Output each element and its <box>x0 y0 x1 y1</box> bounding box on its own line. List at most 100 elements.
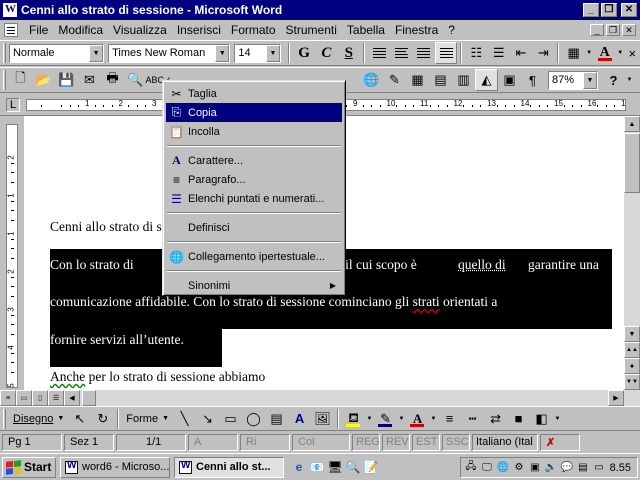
scroll-left-button[interactable]: ◀ <box>64 390 80 406</box>
align-center-button[interactable] <box>390 42 412 64</box>
arrow-button[interactable]: ↘ <box>196 408 219 430</box>
columns-button[interactable]: ▥ <box>452 69 475 91</box>
select-objects-button[interactable]: ↖ <box>68 408 91 430</box>
toolbar-grip[interactable] <box>3 408 6 429</box>
menu-item-paragrafo[interactable]: ≡ Paragrafo... <box>166 170 342 189</box>
document-map-button[interactable]: ▣ <box>498 69 521 91</box>
word-app-icon[interactable] <box>2 2 18 18</box>
desktop-icon[interactable]: 🖥 <box>326 458 344 476</box>
toolbar-grip[interactable] <box>3 70 6 90</box>
chevron-down-icon[interactable]: ▼ <box>215 44 230 62</box>
justify-button[interactable] <box>434 42 458 64</box>
email-button[interactable]: ✉ <box>78 69 101 91</box>
line-color-button[interactable]: ✎ <box>374 408 397 430</box>
save-button[interactable]: 💾 <box>55 69 78 91</box>
hyperlink-button[interactable]: 🌐 <box>360 69 383 91</box>
show-hide-button[interactable]: ¶ <box>521 69 544 91</box>
vertical-ruler[interactable]: 2 1 1 2 3 4 5 <box>0 116 24 390</box>
align-left-button[interactable] <box>368 42 390 64</box>
notes-icon[interactable]: 📝 <box>362 458 380 476</box>
zoom-dropdown[interactable]: 87% ▼ <box>548 70 598 90</box>
tray-scanner-icon[interactable]: ▣ <box>528 461 542 475</box>
horizontal-scrollbar[interactable]: ≡ ▭ ▯ ☰ ◀ ▶ <box>0 390 640 406</box>
align-right-button[interactable] <box>413 42 435 64</box>
tray-volume-icon[interactable]: 🔈 <box>544 461 558 475</box>
status-est[interactable]: EST <box>412 433 440 451</box>
help-button[interactable]: ? <box>602 69 625 91</box>
chevron-down-icon[interactable]: ▼ <box>429 408 438 430</box>
normal-view-button[interactable]: ≡ <box>0 390 16 406</box>
chevron-down-icon[interactable]: ▼ <box>89 44 104 62</box>
tables-borders-button[interactable]: ✎ <box>383 69 406 91</box>
selected-line-3[interactable]: fornire servizi all’utente. <box>50 332 184 348</box>
bold-button[interactable]: G <box>293 42 315 64</box>
chevron-down-icon[interactable]: ▼ <box>397 408 406 430</box>
vertical-scrollbar[interactable]: ▲ ▼ ▲▲ ● ▼▼ <box>624 116 640 390</box>
scroll-down-button[interactable]: ▼ <box>624 326 640 342</box>
menu-item-copia[interactable]: ⎘ Copia <box>166 103 342 122</box>
menu-finestra[interactable]: Finestra <box>390 23 443 37</box>
menu-formato[interactable]: Formato <box>226 23 281 37</box>
borders-button[interactable]: ▦ <box>562 42 584 64</box>
toolbar-grip[interactable] <box>3 43 6 63</box>
previous-page-button[interactable]: ▲▲ <box>624 342 640 358</box>
chevron-down-icon[interactable]: ▼ <box>265 44 280 62</box>
find-icon[interactable]: 🔍 <box>344 458 362 476</box>
menu-item-definisci[interactable]: Definisci <box>166 218 342 237</box>
chevron-down-icon[interactable]: ▼ <box>625 69 634 91</box>
bullets-button[interactable]: ☰ <box>488 42 510 64</box>
insert-table-button[interactable]: ▦ <box>406 69 429 91</box>
chevron-down-icon[interactable]: ▼ <box>585 42 594 64</box>
3d-button[interactable]: ◧ <box>530 408 553 430</box>
menu-tabella[interactable]: Tabella <box>342 23 390 37</box>
draw-font-color-button[interactable]: A <box>406 408 429 430</box>
doc-minimize-button[interactable]: _ <box>590 24 604 36</box>
doc-close-button[interactable]: ✕ <box>622 24 636 36</box>
arrow-style-button[interactable]: ⇄ <box>484 408 507 430</box>
spelling-status-icon[interactable]: ✗ <box>540 433 580 451</box>
menu-item-taglia[interactable]: ✂ Taglia <box>166 84 342 103</box>
menu-item-elenchi[interactable]: ☰ Elenchi puntati e numerati... <box>166 189 342 208</box>
clock[interactable]: 8.55 <box>610 462 637 474</box>
scroll-thumb[interactable] <box>624 133 640 193</box>
status-reg[interactable]: REG <box>352 433 380 451</box>
rectangle-button[interactable]: ▭ <box>219 408 242 430</box>
tray-network-icon[interactable]: 🖧 <box>464 461 478 475</box>
open-button[interactable]: 📂 <box>32 69 55 91</box>
menu-modifica[interactable]: Modifica <box>53 23 108 37</box>
outlook-icon[interactable]: 📧 <box>308 458 326 476</box>
menu-item-sinonimi[interactable]: Sinonimi ▶ <box>166 276 342 295</box>
font-color-button[interactable]: A <box>594 42 616 64</box>
tray-globe-icon[interactable]: 🌐 <box>496 461 510 475</box>
scroll-up-button[interactable]: ▲ <box>624 116 640 132</box>
tray-task-icon[interactable]: ▤ <box>576 461 590 475</box>
chevron-down-icon[interactable]: ▼ <box>553 408 562 430</box>
task-cenni[interactable]: Cenni allo st... <box>174 456 284 478</box>
maximize-button[interactable]: ❐ <box>601 3 617 17</box>
shadow-button[interactable]: ■ <box>507 408 530 430</box>
status-language[interactable]: Italiano (Ital <box>472 433 538 451</box>
increase-indent-button[interactable]: ⇥ <box>532 42 554 64</box>
font-dropdown[interactable]: Times New Roman ▼ <box>108 43 231 63</box>
fill-color-button[interactable]: ⛾ <box>342 408 365 430</box>
status-ssc[interactable]: SSC <box>442 433 470 451</box>
doc-line-4[interactable]: Anche per lo strato di sessione abbiamo <box>50 369 265 385</box>
internet-explorer-icon[interactable]: e <box>290 458 308 476</box>
tray-monitor-icon[interactable]: 🖵 <box>480 461 494 475</box>
textbox-button[interactable]: ▤ <box>265 408 288 430</box>
italic-button[interactable]: C <box>315 42 337 64</box>
web-view-button[interactable]: ▭ <box>16 390 32 406</box>
document-icon[interactable] <box>4 23 18 37</box>
tab-stop-selector-icon[interactable]: L <box>6 98 20 112</box>
style-dropdown[interactable]: Normale ▼ <box>8 43 105 63</box>
hscroll-thumb[interactable] <box>82 390 96 406</box>
numbering-button[interactable]: ☷ <box>465 42 487 64</box>
size-dropdown[interactable]: 14 ▼ <box>234 43 281 63</box>
print-preview-button[interactable]: 🔍 <box>124 69 147 91</box>
dash-style-button[interactable]: ┅ <box>461 408 484 430</box>
insert-excel-button[interactable]: ▤ <box>429 69 452 91</box>
decrease-indent-button[interactable]: ⇤ <box>510 42 532 64</box>
tray-chat-icon[interactable]: 💬 <box>560 461 574 475</box>
line-style-button[interactable]: ≡ <box>438 408 461 430</box>
page-view-button[interactable]: ▯ <box>32 390 48 406</box>
